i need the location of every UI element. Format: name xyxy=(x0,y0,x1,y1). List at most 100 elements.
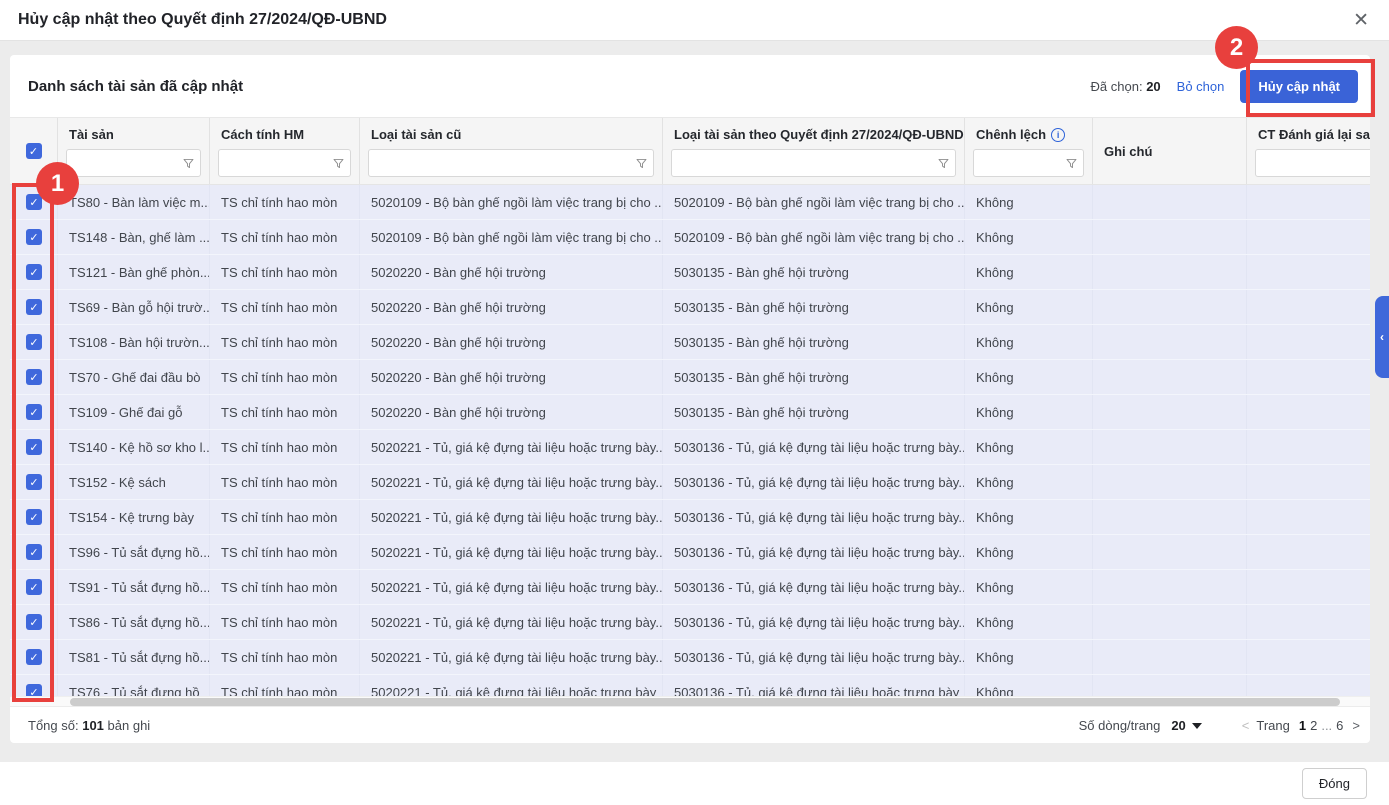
row-checkbox[interactable]: ✓ xyxy=(26,439,42,455)
row-select-cell: ✓ xyxy=(10,290,58,324)
table-row[interactable]: ✓TS69 - Bàn gỗ hội trườ...TS chỉ tính ha… xyxy=(10,290,1370,325)
column-header-new_type: Loại tài sản theo Quyết định 27/2024/QĐ-… xyxy=(663,118,965,184)
cell-old_type: 5020220 - Bàn ghế hội trường xyxy=(360,395,663,429)
filter-input-method[interactable] xyxy=(225,150,332,176)
row-select-cell: ✓ xyxy=(10,675,58,696)
next-page-button[interactable]: > xyxy=(1352,718,1360,733)
table-row[interactable]: ✓TS86 - Tủ sắt đựng hồ...TS chỉ tính hao… xyxy=(10,605,1370,640)
table-row[interactable]: ✓TS121 - Bàn ghế phòn...TS chỉ tính hao … xyxy=(10,255,1370,290)
row-select-cell: ✓ xyxy=(10,185,58,219)
cell-note xyxy=(1093,360,1247,394)
cell-asset: TS154 - Kệ trưng bày xyxy=(58,500,210,534)
cell-asset: TS121 - Bàn ghế phòn... xyxy=(58,255,210,289)
column-header-old_type: Loại tài sản cũ xyxy=(360,118,663,184)
column-filter-new_type xyxy=(663,143,964,184)
cell-note xyxy=(1093,465,1247,499)
cell-old_type: 5020221 - Tủ, giá kệ đựng tài liệu hoặc … xyxy=(360,605,663,639)
info-icon[interactable]: i xyxy=(1051,128,1065,142)
cell-asset: TS109 - Ghế đai gỗ xyxy=(58,395,210,429)
table-footer: Tổng số: 101 bản ghi Số dòng/trang 20 < … xyxy=(10,706,1370,743)
card-header: Danh sách tài sản đã cập nhật Đã chọn: 2… xyxy=(10,55,1370,117)
page-number-list: 12...6 xyxy=(1297,718,1346,733)
row-checkbox[interactable]: ✓ xyxy=(26,684,42,696)
filter-box-ct xyxy=(1255,149,1370,177)
filter-input-diff[interactable] xyxy=(980,150,1065,176)
row-checkbox[interactable]: ✓ xyxy=(26,299,42,315)
table-row[interactable]: ✓TS91 - Tủ sắt đựng hồ...TS chỉ tính hao… xyxy=(10,570,1370,605)
column-label-ct: CT Đánh giá lại sau c xyxy=(1247,118,1370,143)
cancel-update-button[interactable]: Hủy cập nhật xyxy=(1240,70,1358,103)
column-filter-old_type xyxy=(360,143,662,184)
column-header-ct: CT Đánh giá lại sau c xyxy=(1247,118,1370,184)
table-row[interactable]: ✓TS109 - Ghế đai gỗTS chỉ tính hao mòn50… xyxy=(10,395,1370,430)
cell-diff: Không xyxy=(965,290,1093,324)
cell-note xyxy=(1093,255,1247,289)
prev-page-button[interactable]: < xyxy=(1242,718,1250,733)
cell-note xyxy=(1093,325,1247,359)
filter-input-ct[interactable] xyxy=(1262,150,1370,176)
cell-diff: Không xyxy=(965,605,1093,639)
row-checkbox[interactable]: ✓ xyxy=(26,404,42,420)
table-row[interactable]: ✓TS70 - Ghế đai đầu bòTS chỉ tính hao mò… xyxy=(10,360,1370,395)
horizontal-scrollbar-thumb[interactable] xyxy=(70,698,1340,706)
table-row[interactable]: ✓ TS154 - Kệ trưng bàyTS chỉ tính hao mòn… xyxy=(10,500,1370,535)
column-filter-diff xyxy=(965,143,1092,184)
cell-old_type: 5020221 - Tủ, giá kệ đựng tài liệu hoặc … xyxy=(360,675,663,696)
row-select-cell: ✓ xyxy=(10,465,58,499)
close-button[interactable]: Đóng xyxy=(1302,768,1367,799)
filter-input-new_type[interactable] xyxy=(678,150,937,176)
column-label-asset: Tài sản xyxy=(58,118,209,143)
table-row[interactable]: ✓TS81 - Tủ sắt đựng hồ...TS chỉ tính hao… xyxy=(10,640,1370,675)
selected-count: 20 xyxy=(1146,79,1160,94)
row-checkbox[interactable]: ✓ xyxy=(26,579,42,595)
row-checkbox[interactable]: ✓ xyxy=(26,614,42,630)
total-value: 101 xyxy=(82,718,104,733)
cell-new_type: 5030136 - Tủ, giá kệ đựng tài liệu hoặc … xyxy=(663,430,965,464)
row-checkbox[interactable]: ✓ xyxy=(26,649,42,665)
row-select-cell: ✓ xyxy=(10,220,58,254)
row-checkbox[interactable]: ✓ xyxy=(26,369,42,385)
deselect-link[interactable]: Bỏ chọn xyxy=(1177,79,1225,94)
table-row[interactable]: ✓TS80 - Bàn làm việc m...TS chỉ tính hao… xyxy=(10,185,1370,220)
row-checkbox[interactable]: ✓ xyxy=(26,544,42,560)
modal-footer-bar: Đóng xyxy=(0,762,1389,805)
page-label: Trang xyxy=(1256,718,1289,733)
row-checkbox[interactable]: ✓ xyxy=(26,194,42,210)
table-row[interactable]: ✓TS148 - Bàn, ghế làm ...TS chỉ tính hao… xyxy=(10,220,1370,255)
row-checkbox[interactable]: ✓ xyxy=(26,474,42,490)
page-number[interactable]: 1 xyxy=(1297,718,1308,733)
horizontal-scrollbar[interactable] xyxy=(10,696,1370,706)
close-icon[interactable]: ✕ xyxy=(1353,11,1369,30)
page-number[interactable]: 2 xyxy=(1308,718,1319,733)
cell-old_type: 5020109 - Bộ bàn ghế ngồi làm việc trang… xyxy=(360,185,663,219)
filter-funnel-icon[interactable] xyxy=(937,157,950,170)
cell-old_type: 5020221 - Tủ, giá kệ đựng tài liệu hoặc … xyxy=(360,570,663,604)
filter-funnel-icon[interactable] xyxy=(182,157,195,170)
side-panel-expand-handle[interactable]: ‹ xyxy=(1375,296,1389,378)
row-select-cell: ✓ xyxy=(10,605,58,639)
select-all-checkbox[interactable]: ✓ xyxy=(26,143,42,159)
table-row[interactable]: ✓TS152 - Kệ sáchTS chỉ tính hao mòn50202… xyxy=(10,465,1370,500)
filter-funnel-icon[interactable] xyxy=(332,157,345,170)
row-checkbox[interactable]: ✓ xyxy=(26,509,42,525)
rows-per-page-select[interactable]: 20 xyxy=(1171,718,1201,733)
row-checkbox[interactable]: ✓ xyxy=(26,229,42,245)
table-row[interactable]: ✓TS96 - Tủ sắt đựng hồ...TS chỉ tính hao… xyxy=(10,535,1370,570)
cell-ct xyxy=(1247,360,1370,394)
table-row[interactable]: ✓TS140 - Kệ hồ sơ kho l...TS chỉ tính ha… xyxy=(10,430,1370,465)
cell-asset: TS69 - Bàn gỗ hội trườ... xyxy=(58,290,210,324)
filter-funnel-icon[interactable] xyxy=(635,157,648,170)
row-select-cell: ✓ xyxy=(10,395,58,429)
page-number[interactable]: 6 xyxy=(1334,718,1345,733)
filter-funnel-icon[interactable] xyxy=(1065,157,1078,170)
modal-titlebar: Hủy cập nhật theo Quyết định 27/2024/QĐ-… xyxy=(0,0,1389,41)
filter-input-old_type[interactable] xyxy=(375,150,635,176)
table-row[interactable]: ✓TS76 - Tủ sắt đựng hồTS chỉ tính hao mò… xyxy=(10,675,1370,696)
filter-box-method xyxy=(218,149,351,177)
row-select-cell: ✓ xyxy=(10,360,58,394)
table-row[interactable]: ✓TS108 - Bàn hội trườn...TS chỉ tính hao… xyxy=(10,325,1370,360)
cell-method: TS chỉ tính hao mòn xyxy=(210,500,360,534)
filter-input-asset[interactable] xyxy=(73,150,182,176)
row-checkbox[interactable]: ✓ xyxy=(26,264,42,280)
row-checkbox[interactable]: ✓ xyxy=(26,334,42,350)
